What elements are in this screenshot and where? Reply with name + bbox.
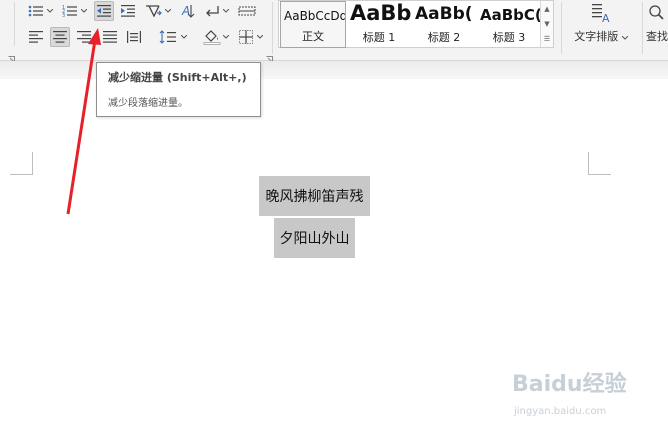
baidu-watermark: Baidu经验 jingyan.baidu.com xyxy=(512,366,638,428)
arrow-shaft xyxy=(66,39,97,215)
watermark-url: jingyan.baidu.com xyxy=(514,406,607,417)
watermark-brand: Baidu经验 xyxy=(512,372,627,397)
arrow-head-icon xyxy=(88,28,101,45)
